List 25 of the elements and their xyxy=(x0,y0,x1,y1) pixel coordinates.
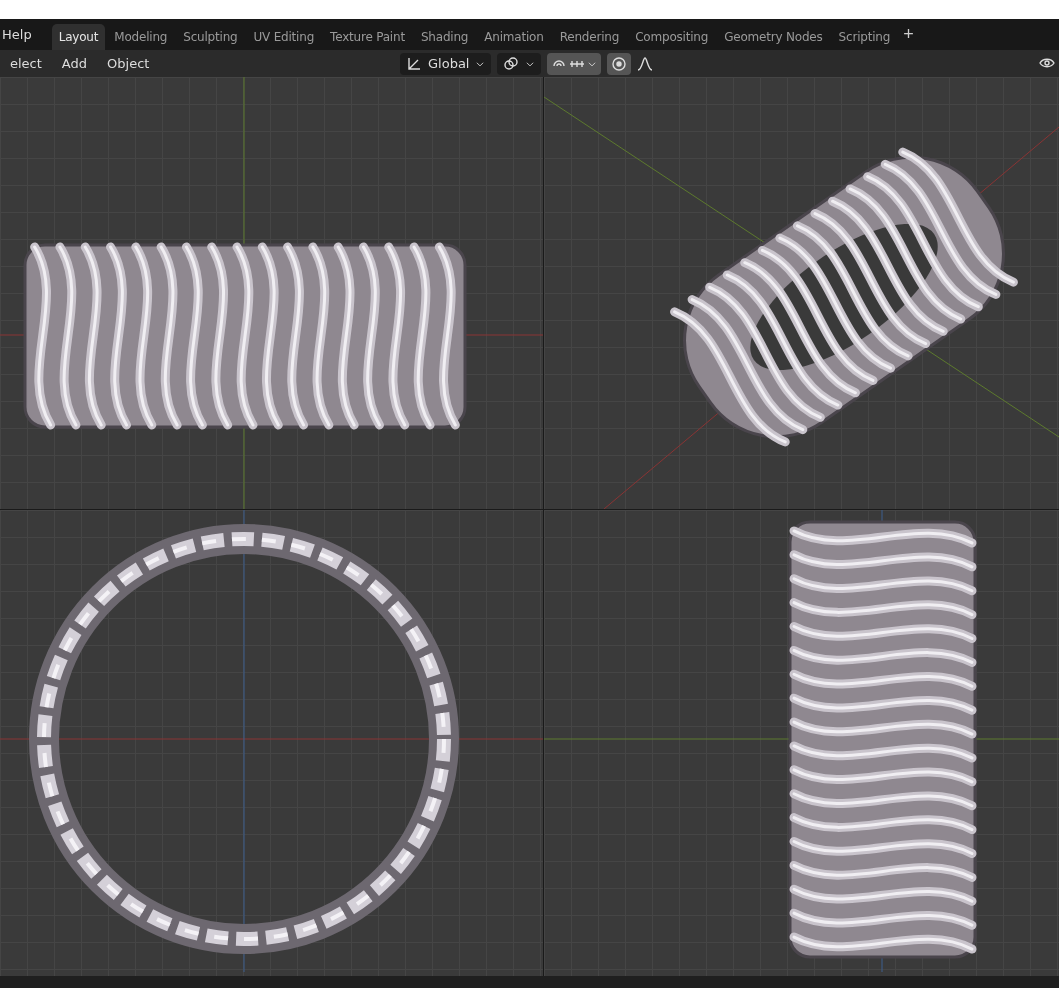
header-menu[interactable]: Add xyxy=(51,55,98,71)
workspace-tab[interactable]: Texture Paint xyxy=(323,24,412,50)
increment-icon xyxy=(569,59,586,68)
workspace-tab[interactable]: Rendering xyxy=(552,24,627,50)
workspace-tab[interactable]: Sculpting xyxy=(176,24,245,50)
workspace-tab[interactable]: Layout xyxy=(51,24,106,50)
link-icon xyxy=(503,55,520,72)
workspace-tab[interactable]: Compositing xyxy=(628,24,716,50)
transform-orientation-dropdown[interactable]: Global xyxy=(400,52,492,75)
add-workspace-button[interactable]: + xyxy=(899,23,918,45)
header-menu[interactable]: Object xyxy=(97,55,160,71)
snapping-toggle[interactable] xyxy=(547,52,602,75)
proportional-editing-toggle[interactable] xyxy=(607,52,632,75)
workspace-tab[interactable]: Animation xyxy=(477,24,551,50)
workspace-tab[interactable]: UV Editing xyxy=(246,24,322,50)
workspace-tab[interactable]: Modeling xyxy=(107,24,175,50)
axes-icon xyxy=(406,55,422,72)
workspace-tab[interactable]: Geometry Nodes xyxy=(717,24,830,50)
workspace-tab[interactable]: Scripting xyxy=(831,24,898,50)
falloff-curve-icon[interactable] xyxy=(637,55,654,72)
pivot-point-dropdown[interactable] xyxy=(497,52,542,75)
workspace-tab[interactable]: Shading xyxy=(413,24,476,50)
menu-item[interactable]: Help xyxy=(2,26,50,42)
target-icon xyxy=(611,55,628,72)
header-menu[interactable]: elect xyxy=(0,55,52,71)
